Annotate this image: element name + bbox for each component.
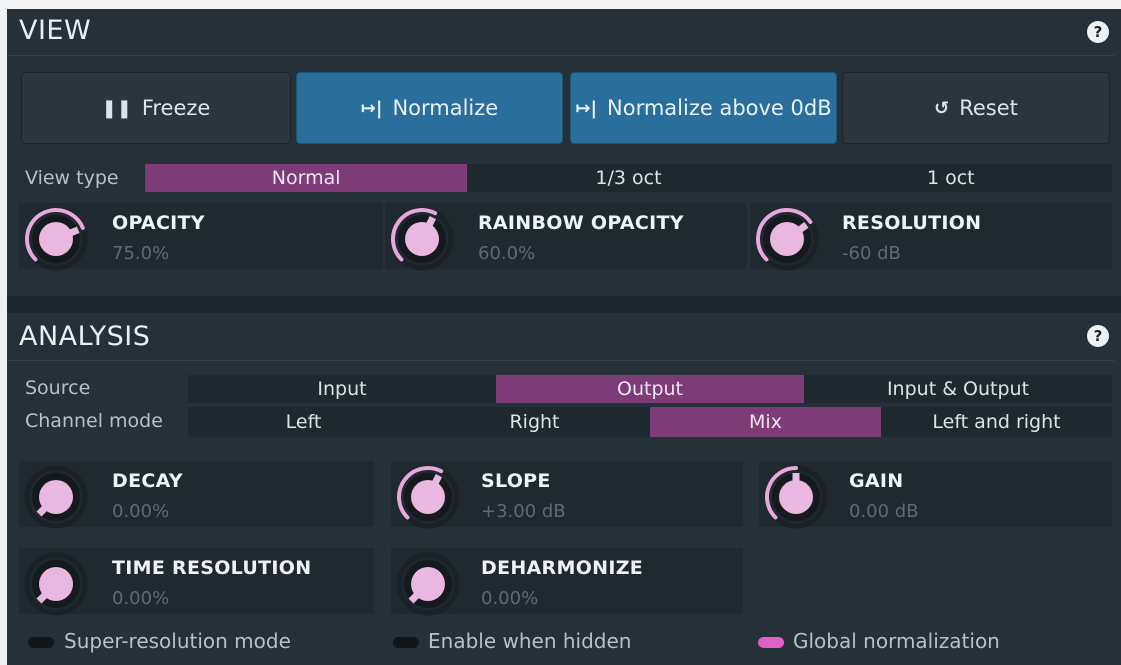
decay-value: 0.00% — [112, 501, 170, 522]
super-resolution-toggle[interactable] — [28, 637, 54, 648]
analysis-help-icon[interactable]: ? — [1087, 325, 1109, 347]
normalize-above-0db-button-label: Normalize above 0dB — [607, 96, 832, 120]
channel-mode-option-mix[interactable]: Mix — [650, 407, 881, 437]
gain-label: GAIN — [849, 470, 904, 492]
enable-when-hidden-label: Enable when hidden — [428, 629, 632, 653]
knob-cap — [405, 222, 439, 256]
opacity-label: OPACITY — [112, 212, 205, 234]
enable-when-hidden-toggle[interactable] — [393, 637, 419, 648]
source-selector: Input Output Input & Output — [188, 375, 1112, 403]
knob-cap — [411, 480, 445, 514]
view-title: VIEW — [19, 15, 92, 46]
window-top-strip — [0, 0, 1121, 9]
knob-cap — [39, 222, 73, 256]
view-type-option-oct[interactable]: 1 oct — [790, 164, 1112, 192]
normalize-icon: ↦| — [360, 97, 383, 119]
global-normalization-toggle[interactable] — [758, 637, 784, 648]
knob-cap — [779, 480, 813, 514]
analysis-title-separator — [7, 360, 1114, 361]
slope-value: +3.00 dB — [481, 501, 566, 522]
analysis-panel: ANALYSIS ? Source Input Output Input & O… — [7, 313, 1121, 665]
resolution-value: -60 dB — [842, 243, 901, 264]
opacity-knob[interactable] — [22, 203, 90, 271]
pause-icon: ❚❚ — [101, 97, 132, 119]
channel-mode-option-right[interactable]: Right — [419, 407, 650, 437]
global-normalization-label: Global normalization — [793, 629, 1000, 653]
opacity-value: 75.0% — [112, 243, 170, 264]
deharmonize-knob[interactable] — [394, 548, 462, 616]
time-resolution-label: TIME RESOLUTION — [112, 557, 312, 579]
channel-mode-option-left[interactable]: Left — [188, 407, 419, 437]
reset-icon: ↺ — [934, 97, 950, 119]
resolution-label: RESOLUTION — [842, 212, 982, 234]
view-type-option-third-oct[interactable]: 1/3 oct — [467, 164, 789, 192]
gain-knob[interactable] — [762, 461, 830, 529]
resolution-knob[interactable] — [753, 203, 821, 271]
knob-pointer — [430, 474, 443, 488]
rainbow-opacity-value: 60.0% — [478, 243, 536, 264]
freeze-button[interactable]: ❚❚ Freeze — [21, 72, 291, 144]
slope-label: SLOPE — [481, 470, 551, 492]
normalize-icon: ↦| — [575, 97, 598, 119]
channel-mode-label: Channel mode — [25, 410, 163, 432]
view-title-separator — [7, 55, 1114, 56]
freeze-button-label: Freeze — [141, 96, 211, 120]
slope-knob[interactable] — [394, 461, 462, 529]
analysis-title: ANALYSIS — [19, 321, 151, 352]
source-option-input-output[interactable]: Input & Output — [804, 375, 1112, 403]
normalize-button[interactable]: ↦| Normalize — [296, 72, 563, 144]
knob-pointer — [424, 216, 437, 230]
reset-button-label: Reset — [959, 96, 1018, 120]
super-resolution-label: Super-resolution mode — [64, 629, 291, 653]
view-help-icon[interactable]: ? — [1087, 21, 1109, 43]
channel-mode-option-left-and-right[interactable]: Left and right — [881, 407, 1112, 437]
normalize-above-0db-button[interactable]: ↦| Normalize above 0dB — [570, 72, 837, 144]
view-panel: VIEW ? ❚❚ Freeze ↦| Normalize ↦| Normali… — [7, 9, 1121, 296]
gain-value: 0.00 dB — [849, 501, 919, 522]
view-type-selector: Normal 1/3 oct 1 oct — [145, 164, 1112, 192]
time-resolution-value: 0.00% — [112, 588, 170, 609]
view-type-option-normal[interactable]: Normal — [145, 164, 468, 192]
normalize-button-label: Normalize — [392, 96, 499, 120]
decay-label: DECAY — [112, 470, 183, 492]
window-left-edge — [0, 9, 7, 665]
deharmonize-label: DEHARMONIZE — [481, 557, 644, 579]
knob-pointer — [65, 226, 80, 238]
source-option-input[interactable]: Input — [188, 375, 496, 403]
time-resolution-knob[interactable] — [22, 548, 90, 616]
source-label: Source — [25, 377, 91, 399]
rainbow-opacity-knob[interactable] — [388, 203, 456, 271]
rainbow-opacity-label: RAINBOW OPACITY — [478, 212, 684, 234]
reset-button[interactable]: ↺ Reset — [842, 72, 1110, 144]
source-option-output[interactable]: Output — [496, 375, 804, 403]
panel-gap — [7, 296, 1121, 313]
view-type-label: View type — [25, 167, 119, 189]
channel-mode-selector: Left Right Mix Left and right — [188, 407, 1112, 437]
deharmonize-value: 0.00% — [481, 588, 539, 609]
decay-knob[interactable] — [22, 461, 90, 529]
